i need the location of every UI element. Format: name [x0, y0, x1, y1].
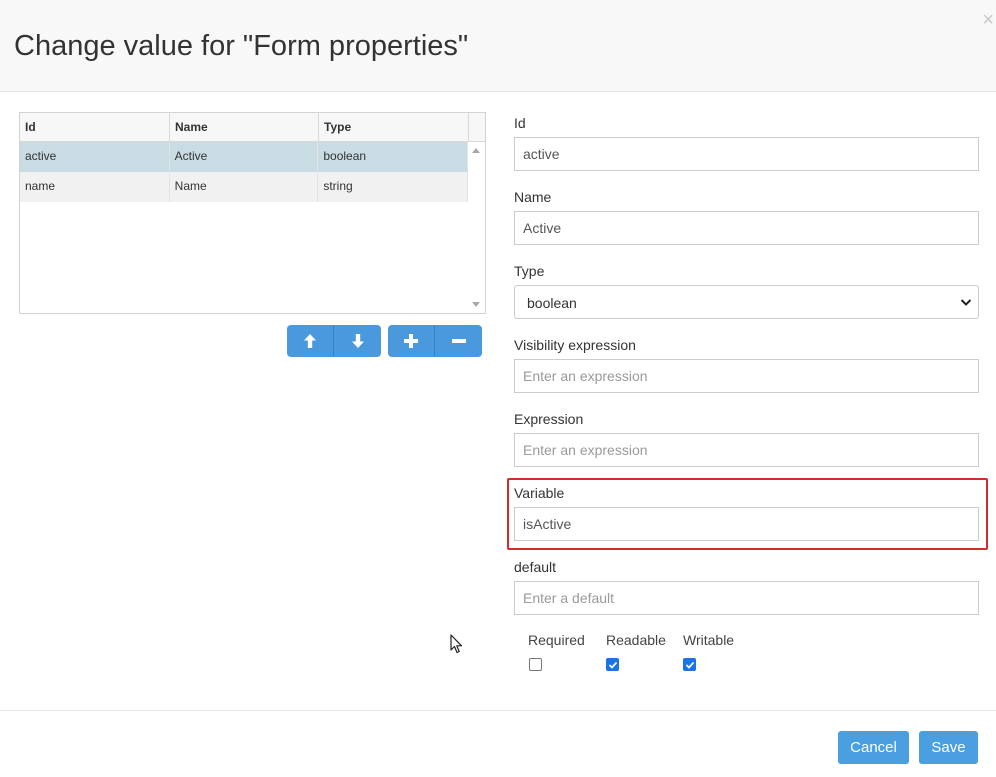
cancel-button[interactable]: Cancel: [838, 731, 909, 764]
table-row[interactable]: name Name string: [20, 172, 469, 202]
cell-name: Active: [170, 142, 319, 172]
arrow-up-icon: [304, 334, 316, 348]
move-down-button[interactable]: [334, 325, 381, 357]
table-row[interactable]: active Active boolean: [20, 142, 469, 172]
remove-property-button[interactable]: [435, 325, 482, 357]
expression-input[interactable]: [514, 433, 979, 467]
column-header-type[interactable]: Type: [319, 113, 469, 141]
cell-name: Name: [170, 172, 319, 202]
variable-label: Variable: [514, 485, 565, 501]
dialog-header: Change value for "Form properties" ×: [0, 0, 996, 92]
id-input[interactable]: [514, 137, 979, 171]
move-button-group: [287, 325, 381, 357]
column-header-id[interactable]: Id: [20, 113, 170, 141]
minus-icon: [451, 339, 466, 343]
column-header-name[interactable]: Name: [170, 113, 319, 141]
mouse-cursor-icon: [450, 634, 463, 654]
dialog-title: Change value for "Form properties": [14, 30, 469, 62]
name-input[interactable]: [514, 211, 979, 245]
readable-label: Readable: [606, 632, 666, 648]
chevron-down-icon: [960, 299, 972, 306]
plus-icon: [404, 334, 418, 348]
arrow-down-icon: [351, 334, 364, 348]
grid-body: active Active boolean name Name string: [20, 142, 469, 202]
type-select-value: boolean: [527, 295, 577, 311]
add-property-button[interactable]: [388, 325, 435, 357]
checkmark-icon: [608, 661, 618, 669]
grid-header: Id Name Type: [20, 113, 485, 142]
writable-label: Writable: [683, 632, 735, 648]
default-input[interactable]: [514, 581, 979, 615]
scroll-down-icon[interactable]: [472, 302, 480, 307]
type-label: Type: [514, 263, 545, 279]
readable-checkbox[interactable]: [606, 658, 619, 671]
properties-grid: Id Name Type active Active boolean name …: [19, 112, 486, 314]
scroll-up-icon[interactable]: [472, 148, 480, 153]
add-remove-button-group: [388, 325, 482, 357]
type-select[interactable]: boolean: [514, 285, 979, 319]
grid-scrollbar[interactable]: [468, 142, 485, 313]
name-label: Name: [514, 189, 552, 205]
cell-id: active: [20, 142, 170, 172]
cell-type: boolean: [318, 142, 469, 172]
cell-id: name: [20, 172, 170, 202]
checkmark-icon: [685, 661, 695, 669]
close-icon[interactable]: ×: [982, 10, 994, 30]
required-checkbox[interactable]: [529, 658, 542, 671]
visibility-expression-input[interactable]: [514, 359, 979, 393]
visibility-expression-label: Visibility expression: [514, 337, 636, 353]
required-label: Required: [528, 632, 585, 648]
expression-label: Expression: [514, 411, 584, 427]
cell-type: string: [318, 172, 469, 202]
save-button[interactable]: Save: [919, 731, 978, 764]
variable-input[interactable]: [514, 507, 979, 541]
footer-divider: [0, 710, 996, 711]
move-up-button[interactable]: [287, 325, 334, 357]
writable-checkbox[interactable]: [683, 658, 696, 671]
default-label: default: [514, 559, 557, 575]
id-label: Id: [514, 115, 526, 131]
